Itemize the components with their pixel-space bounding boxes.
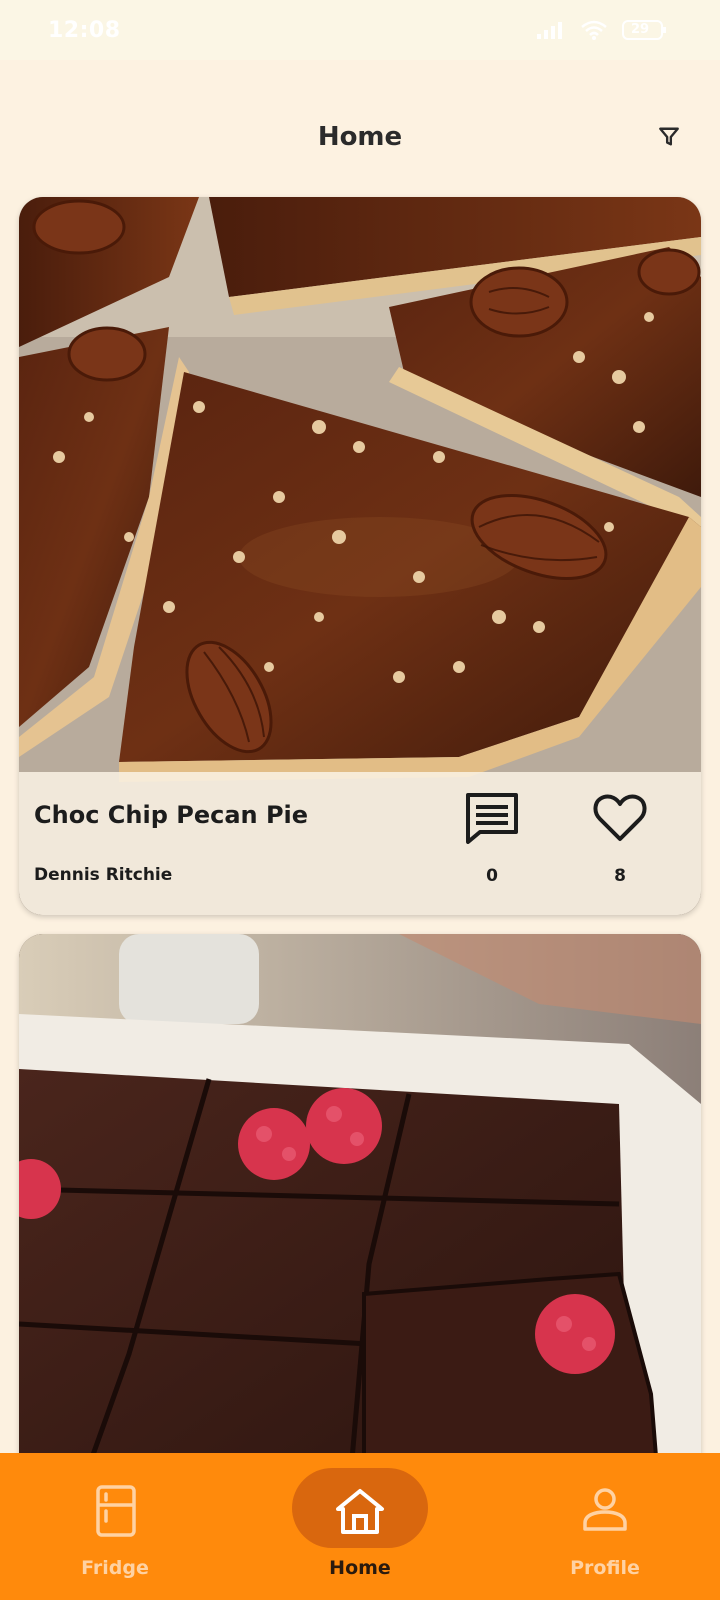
heart-outline-icon	[590, 792, 650, 844]
status-time: 12:08	[48, 17, 121, 43]
recipe-card[interactable]: Choc Chip Pecan Pie Dennis Ritchie 0 8	[19, 197, 701, 915]
recipe-author[interactable]: Dennis Ritchie	[34, 865, 172, 885]
profile-icon	[581, 1487, 629, 1537]
fridge-icon	[95, 1485, 137, 1541]
filter-icon	[658, 126, 680, 152]
status-bar: 12:08 29	[0, 0, 720, 60]
recipe-title[interactable]: Choc Chip Pecan Pie	[34, 801, 308, 829]
nav-label-home: Home	[329, 1557, 391, 1579]
recipe-card[interactable]	[19, 934, 701, 1453]
page-title: Home	[317, 122, 403, 152]
like-button[interactable]: 8	[590, 792, 650, 886]
home-icon	[334, 1487, 386, 1539]
comments-count: 0	[486, 866, 498, 886]
bottom-navigation: Fridge Home Profile	[0, 1453, 720, 1600]
nav-label-fridge: Fridge	[81, 1557, 149, 1579]
status-icons: 29	[536, 19, 668, 41]
likes-count: 8	[614, 866, 626, 886]
signal-icon	[536, 20, 566, 40]
battery-level: 29	[631, 22, 650, 37]
nav-label-profile: Profile	[570, 1557, 640, 1579]
comment-icon	[462, 792, 522, 844]
wifi-icon	[580, 19, 608, 41]
recipe-info-panel: Choc Chip Pecan Pie Dennis Ritchie 0 8	[19, 772, 701, 915]
nav-item-fridge[interactable]: Fridge	[25, 1453, 205, 1600]
nav-item-home[interactable]: Home	[270, 1453, 450, 1600]
battery-icon: 29	[622, 19, 668, 41]
comments-button[interactable]: 0	[462, 792, 522, 886]
filter-button[interactable]	[652, 122, 686, 156]
recipe-photo	[19, 934, 701, 1453]
recipe-feed[interactable]: Choc Chip Pecan Pie Dennis Ritchie 0 8	[0, 190, 720, 1453]
nav-item-profile[interactable]: Profile	[515, 1453, 695, 1600]
app-bar: Home	[0, 60, 720, 190]
